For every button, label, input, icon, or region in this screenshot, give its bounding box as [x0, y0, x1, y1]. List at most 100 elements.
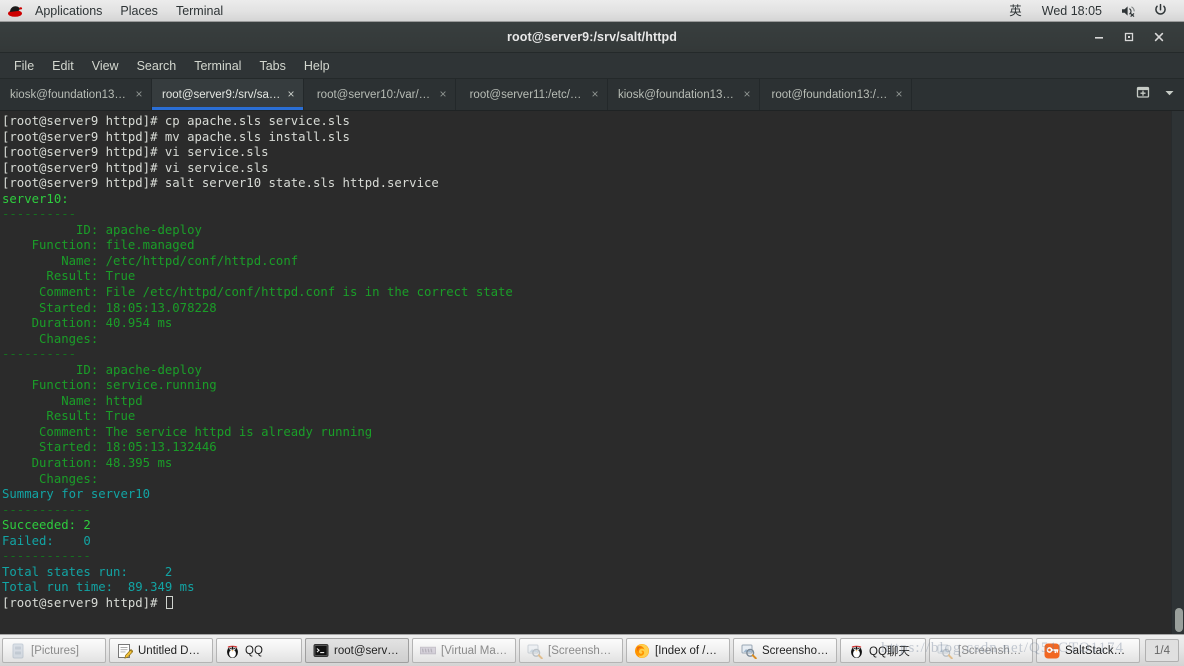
taskbar-button-5[interactable]: [Screensho…]	[519, 638, 623, 663]
redhat-logo-icon[interactable]	[7, 3, 25, 19]
menu-search[interactable]: Search	[128, 53, 186, 79]
terminal-tab-3[interactable]: root@server11:/etc/… ×	[456, 79, 608, 110]
window-titlebar[interactable]: root@server9:/srv/salt/httpd	[0, 22, 1184, 53]
input-method-indicator[interactable]: 英	[999, 0, 1032, 22]
taskbar-button-3[interactable]: root@serv…	[305, 638, 409, 663]
tab-close-icon[interactable]: ×	[283, 87, 299, 103]
terminal-tab-1[interactable]: root@server9:/srv/sal… ×	[152, 79, 304, 110]
terminal-line: Started: 18:05:13.078228	[2, 300, 217, 315]
screenshot-icon	[937, 643, 953, 659]
terminal-tab-4[interactable]: kiosk@foundation13:… ×	[608, 79, 760, 110]
terminal-line: ----------	[2, 347, 77, 362]
terminal-tab-5[interactable]: root@foundation13:/… ×	[760, 79, 912, 110]
tab-label: root@server11:/etc/…	[469, 88, 582, 101]
terminal-line: [root@server9 httpd]# vi service.sls	[2, 160, 269, 175]
menu-help[interactable]: Help	[295, 53, 339, 79]
taskbar-button-label: QQ	[245, 644, 263, 657]
scrollbar-thumb[interactable]	[1175, 608, 1183, 632]
terminal-output-area[interactable]: [root@server9 httpd]# cp apache.sls serv…	[0, 111, 1184, 634]
menu-edit[interactable]: Edit	[43, 53, 83, 79]
tab-bar: kiosk@foundation13:… × root@server9:/srv…	[0, 79, 1184, 111]
terminal-line: Comment: File /etc/httpd/conf/httpd.conf…	[2, 285, 513, 300]
terminal-line: Succeeded: 2	[2, 518, 91, 533]
menu-bar: File Edit View Search Terminal Tabs Help	[0, 53, 1184, 79]
terminal-line: ID: apache-deploy	[2, 362, 202, 377]
terminal-line: Function: file.managed	[2, 238, 195, 253]
volume-muted-icon[interactable]	[1112, 4, 1145, 18]
terminal-line: [root@server9 httpd]# vi service.sls	[2, 145, 269, 160]
taskbar-button-6[interactable]: [Index of /…	[626, 638, 730, 663]
terminal-tab-2[interactable]: root@server10:/var/… ×	[304, 79, 456, 110]
terminal-text: [root@server9 httpd]# cp apache.sls serv…	[0, 111, 513, 612]
taskbar: [Pictures] Untitled D… QQ root@serv… [Virtua…	[0, 634, 1184, 666]
terminal-line: Total states run: 2	[2, 564, 173, 579]
terminal-line: [root@server9 httpd]# salt server10 stat…	[2, 176, 439, 191]
terminal-line: server10:	[2, 191, 69, 206]
clock[interactable]: Wed 18:05	[1032, 0, 1112, 22]
terminal-line: Summary for server10	[2, 487, 151, 502]
menu-view[interactable]: View	[83, 53, 128, 79]
new-tab-icon[interactable]	[1135, 84, 1151, 105]
terminal-line: Name: /etc/httpd/conf/httpd.conf	[2, 253, 299, 268]
tab-close-icon[interactable]: ×	[587, 87, 603, 103]
terminal-line: [root@server9 httpd]# mv apache.sls inst…	[2, 129, 350, 144]
terminal-line: [root@server9 httpd]# cp apache.sls serv…	[2, 114, 350, 128]
terminal-line: Name: httpd	[2, 393, 143, 408]
terminal-scrollbar[interactable]	[1171, 111, 1184, 634]
panel-menu-group: Applications Places Terminal	[26, 0, 232, 22]
terminal-icon	[313, 643, 329, 659]
tab-label: kiosk@foundation13:…	[10, 88, 129, 101]
screenshot-icon	[527, 643, 543, 659]
taskbar-button-1[interactable]: Untitled D…	[109, 638, 213, 663]
terminal-line: Changes:	[2, 471, 121, 486]
menu-file[interactable]: File	[5, 53, 43, 79]
block-cursor	[165, 595, 173, 609]
menu-terminal[interactable]: Terminal	[185, 53, 250, 79]
terminal-line: ----------	[2, 207, 77, 222]
terminal-line: Function: service.running	[2, 378, 217, 393]
taskbar-button-label: root@serv…	[334, 644, 399, 657]
chevron-down-icon[interactable]	[1163, 86, 1176, 104]
workspace-indicator[interactable]: 1/4	[1145, 639, 1179, 662]
terminal-line: Comment: The service httpd is already ru…	[2, 424, 373, 439]
text-editor-icon	[117, 643, 133, 659]
minimize-button[interactable]	[1084, 25, 1114, 49]
terminal-line: ID: apache-deploy	[2, 222, 202, 237]
tab-label: kiosk@foundation13:…	[618, 88, 737, 101]
terminal-line: ------------	[2, 549, 91, 564]
taskbar-button-9[interactable]: [Screensho…]	[929, 638, 1033, 663]
power-icon[interactable]	[1145, 3, 1176, 18]
panel-menu-terminal[interactable]: Terminal	[167, 0, 232, 22]
panel-menu-places[interactable]: Places	[111, 0, 167, 22]
taskbar-button-2[interactable]: QQ	[216, 638, 302, 663]
taskbar-button-7[interactable]: Screensho…	[733, 638, 837, 663]
tab-bar-actions	[1127, 79, 1184, 110]
terminal-line: Duration: 48.395 ms	[2, 456, 173, 471]
screenshot-icon	[741, 643, 757, 659]
terminal-line: ------------	[2, 502, 91, 517]
taskbar-button-8[interactable]: QQ聊天	[840, 638, 926, 663]
tab-close-icon[interactable]: ×	[891, 87, 907, 103]
terminal-line: Started: 18:05:13.132446	[2, 440, 217, 455]
tab-close-icon[interactable]: ×	[435, 87, 451, 103]
panel-menu-applications[interactable]: Applications	[26, 0, 111, 22]
menu-tabs[interactable]: Tabs	[250, 53, 294, 79]
terminal-window: root@server9:/srv/salt/httpd File Edit V…	[0, 22, 1184, 634]
tab-close-icon[interactable]: ×	[131, 87, 147, 103]
taskbar-button-0[interactable]: [Pictures]	[2, 638, 106, 663]
window-title: root@server9:/srv/salt/httpd	[507, 30, 677, 44]
qq-penguin-icon	[848, 643, 864, 659]
terminal-tab-0[interactable]: kiosk@foundation13:… ×	[0, 79, 152, 110]
taskbar-button-label: Screensho…	[762, 644, 829, 657]
terminal-prompt-line: [root@server9 httpd]#	[2, 595, 513, 612]
tab-label: root@server10:/var/…	[316, 88, 431, 101]
maximize-button[interactable]	[1114, 25, 1144, 49]
saltstack-icon	[1044, 643, 1060, 659]
tab-close-icon[interactable]: ×	[739, 87, 755, 103]
taskbar-button-4[interactable]: [Virtual Ma…]	[412, 638, 516, 663]
panel-status-area: 英 Wed 18:05	[999, 0, 1184, 22]
taskbar-button-10[interactable]: SaltStack…	[1036, 638, 1140, 663]
file-manager-icon	[10, 643, 26, 659]
close-button[interactable]	[1144, 25, 1174, 49]
terminal-line: Duration: 40.954 ms	[2, 316, 173, 331]
